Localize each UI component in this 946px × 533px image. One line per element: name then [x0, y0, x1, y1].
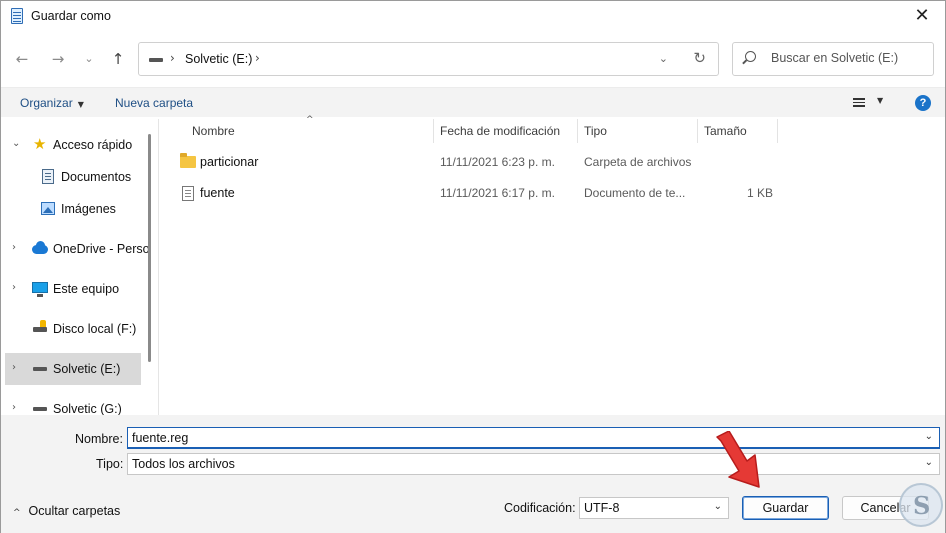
- chevron-up-icon: ^: [13, 508, 21, 518]
- sidebar-item-label: Este equipo: [53, 282, 120, 296]
- save-button[interactable]: Guardar: [742, 496, 829, 520]
- drive-icon: [33, 367, 47, 371]
- expand-chevron-icon[interactable]: ›: [12, 362, 16, 373]
- recent-locations-button[interactable]: ⌄: [76, 47, 102, 71]
- sidebar-item-solvetic-g[interactable]: › Solvetic (G:): [1, 393, 149, 415]
- chevron-down-icon[interactable]: ⌄: [714, 501, 722, 512]
- sidebar-item-onedrive[interactable]: › OneDrive - Perso: [1, 233, 150, 265]
- window-title: Guardar como: [31, 9, 111, 23]
- sidebar-item-solvetic-e[interactable]: › Solvetic (E:): [5, 353, 141, 385]
- file-name-label: Nombre:: [75, 432, 123, 446]
- file-type-value: Todos los archivos: [132, 457, 235, 471]
- hide-folders-button[interactable]: ^ Ocultar carpetas: [13, 504, 120, 518]
- file-size: 1 KB: [747, 186, 774, 200]
- encoding-label: Codificación:: [504, 501, 576, 515]
- file-row-particionar[interactable]: particionar 11/11/2021 6:23 p. m. Carpet…: [160, 147, 945, 177]
- sidebar-item-local-disk-f[interactable]: Disco local (F:): [1, 313, 149, 345]
- column-header-size[interactable]: Tamaño: [698, 119, 778, 143]
- drive-icon: [33, 320, 47, 332]
- sidebar-item-this-pc[interactable]: › Este equipo: [1, 273, 149, 305]
- expand-chevron-icon[interactable]: ›: [12, 242, 16, 253]
- file-name: fuente: [200, 186, 235, 200]
- sidebar-item-pictures[interactable]: Imágenes: [1, 193, 149, 225]
- address-bar[interactable]: › Solvetic (E:) › ⌄ ↻: [138, 42, 719, 76]
- expand-chevron-icon[interactable]: ›: [12, 402, 16, 413]
- refresh-icon[interactable]: ↻: [693, 49, 706, 67]
- address-dropdown-icon[interactable]: ⌄: [659, 52, 668, 65]
- drive-icon: [149, 58, 163, 62]
- pictures-icon: [41, 202, 55, 215]
- chevron-down-icon[interactable]: ⌄: [925, 431, 933, 442]
- organize-label: Organizar: [20, 96, 73, 110]
- sidebar-item-quick-access[interactable]: ⌄ ★ Acceso rápido: [1, 129, 149, 161]
- breadcrumb-separator: ›: [170, 51, 175, 65]
- search-input[interactable]: [771, 51, 926, 65]
- sidebar-item-label: Acceso rápido: [53, 138, 133, 152]
- sidebar-item-label: OneDrive - Perso: [53, 242, 150, 256]
- encoding-value: UTF-8: [584, 501, 620, 515]
- organize-menu[interactable]: Organizar ▼: [20, 96, 84, 110]
- save-as-dialog: Guardar como ✕ ← → ⌄ ↑ › Solvetic (E:) ›…: [0, 0, 946, 533]
- sidebar-scrollbar[interactable]: [148, 134, 151, 362]
- view-options-icon[interactable]: [853, 98, 865, 108]
- sort-ascending-icon: ^: [306, 115, 314, 125]
- column-header-type[interactable]: Tipo: [578, 119, 698, 143]
- navigation-pane[interactable]: ⌄ ★ Acceso rápido Documentos Imágenes › …: [1, 119, 159, 415]
- sidebar-item-documents[interactable]: Documentos: [1, 161, 149, 193]
- file-type: Carpeta de archivos: [584, 155, 692, 169]
- column-header-date[interactable]: Fecha de modificación: [434, 119, 578, 143]
- sidebar-item-label: Documentos: [61, 170, 132, 184]
- computer-icon: [32, 282, 48, 297]
- file-date: 11/11/2021 6:23 p. m.: [440, 155, 555, 169]
- text-file-icon: [182, 186, 194, 201]
- annotation-arrow-icon: [716, 431, 760, 488]
- file-name-input[interactable]: [132, 431, 892, 445]
- encoding-select[interactable]: UTF-8 ⌄: [579, 497, 729, 519]
- breadcrumb-separator[interactable]: ›: [255, 51, 260, 65]
- sidebar-item-label: Disco local (F:): [53, 322, 137, 336]
- folder-icon: [180, 153, 196, 168]
- save-form: Nombre: ⌄ Tipo: Todos los archivos ⌄ ^ Oc…: [1, 415, 945, 533]
- drive-icon: [33, 407, 47, 411]
- title-bar: Guardar como ✕: [1, 1, 945, 33]
- column-header-name[interactable]: Nombre ^: [160, 115, 434, 143]
- file-list[interactable]: Nombre ^ Fecha de modificación Tipo Tama…: [160, 115, 945, 415]
- navigation-bar: ← → ⌄ ↑ › Solvetic (E:) › ⌄ ↻: [1, 33, 945, 85]
- expand-chevron-icon[interactable]: ›: [12, 282, 16, 293]
- sidebar-item-label: Imágenes: [61, 202, 116, 216]
- forward-button[interactable]: →: [45, 47, 71, 71]
- chevron-down-icon[interactable]: ⌄: [925, 457, 933, 468]
- command-bar: Organizar ▼ Nueva carpeta ▼ ?: [1, 87, 945, 117]
- file-name: particionar: [200, 155, 259, 169]
- file-type-select[interactable]: Todos los archivos ⌄: [127, 453, 940, 475]
- sidebar-item-label: Solvetic (G:): [53, 402, 122, 415]
- documents-icon: [42, 169, 54, 184]
- collapse-chevron-icon[interactable]: ⌄: [12, 138, 20, 149]
- file-name-field[interactable]: ⌄: [127, 427, 940, 449]
- search-icon: [745, 51, 756, 62]
- sidebar-item-label: Solvetic (E:): [53, 362, 121, 376]
- file-row-fuente[interactable]: fuente 11/11/2021 6:17 p. m. Documento d…: [160, 178, 945, 208]
- column-header-label: Nombre: [192, 124, 235, 138]
- breadcrumb-solvetic[interactable]: Solvetic (E:): [185, 52, 252, 66]
- watermark-letter: S: [913, 491, 931, 520]
- notepad-icon: [11, 8, 23, 24]
- file-type-label: Tipo:: [96, 457, 124, 471]
- chevron-down-icon: ▼: [77, 100, 84, 109]
- star-icon: ★: [33, 135, 47, 153]
- view-dropdown-icon[interactable]: ▼: [877, 96, 883, 105]
- close-button[interactable]: ✕: [899, 1, 945, 33]
- up-button[interactable]: ↑: [105, 47, 131, 71]
- file-type: Documento de te...: [584, 186, 686, 200]
- watermark-logo: S: [899, 483, 943, 527]
- new-folder-button[interactable]: Nueva carpeta: [115, 96, 193, 110]
- help-icon[interactable]: ?: [915, 95, 931, 111]
- back-button[interactable]: ←: [9, 47, 35, 71]
- search-box[interactable]: [732, 42, 934, 76]
- cloud-icon: [32, 241, 48, 254]
- file-date: 11/11/2021 6:17 p. m.: [440, 186, 555, 200]
- hide-folders-label: Ocultar carpetas: [28, 504, 121, 518]
